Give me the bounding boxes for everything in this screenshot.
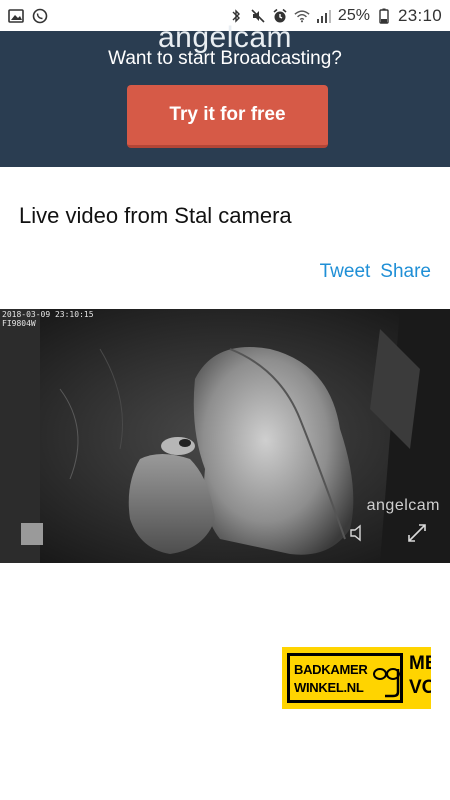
tweet-link[interactable]: Tweet bbox=[320, 261, 371, 283]
camera-id: FI9804W bbox=[2, 319, 36, 328]
banner-text: Want to start Broadcasting? bbox=[108, 48, 342, 69]
share-link[interactable]: Share bbox=[380, 261, 431, 283]
broadcast-banner: angelcam Want to start Broadcasting? Try… bbox=[0, 21, 450, 167]
ad-cut-text2: VO bbox=[409, 677, 431, 698]
ad-brand-line2: WINKEL.NL bbox=[294, 680, 364, 695]
ad-brand-line1: BADKAMER bbox=[294, 662, 368, 677]
ad-cut-text1: ME bbox=[409, 653, 431, 674]
fullscreen-icon[interactable] bbox=[407, 523, 427, 543]
try-free-button[interactable]: Try it for free bbox=[127, 85, 328, 148]
video-timestamp: 2018-03-09 23:10:15 FI9804W bbox=[2, 310, 94, 328]
timestamp-text: 2018-03-09 23:10:15 bbox=[2, 310, 94, 319]
snorkel-mask-icon bbox=[373, 664, 401, 698]
page-title: Live video from Stal camera bbox=[19, 203, 292, 228]
ad-logo: BADKAMER WINKEL.NL bbox=[287, 653, 403, 703]
video-watermark: angelcam bbox=[366, 497, 440, 514]
volume-icon[interactable] bbox=[349, 524, 367, 542]
video-player[interactable]: 2018-03-09 23:10:15 FI9804W angelcam bbox=[0, 309, 450, 563]
stop-icon[interactable] bbox=[21, 523, 43, 545]
share-links: Tweet Share bbox=[320, 261, 431, 283]
video-frame bbox=[0, 309, 450, 563]
ad-banner[interactable]: BADKAMER WINKEL.NL ME VO bbox=[282, 647, 431, 709]
